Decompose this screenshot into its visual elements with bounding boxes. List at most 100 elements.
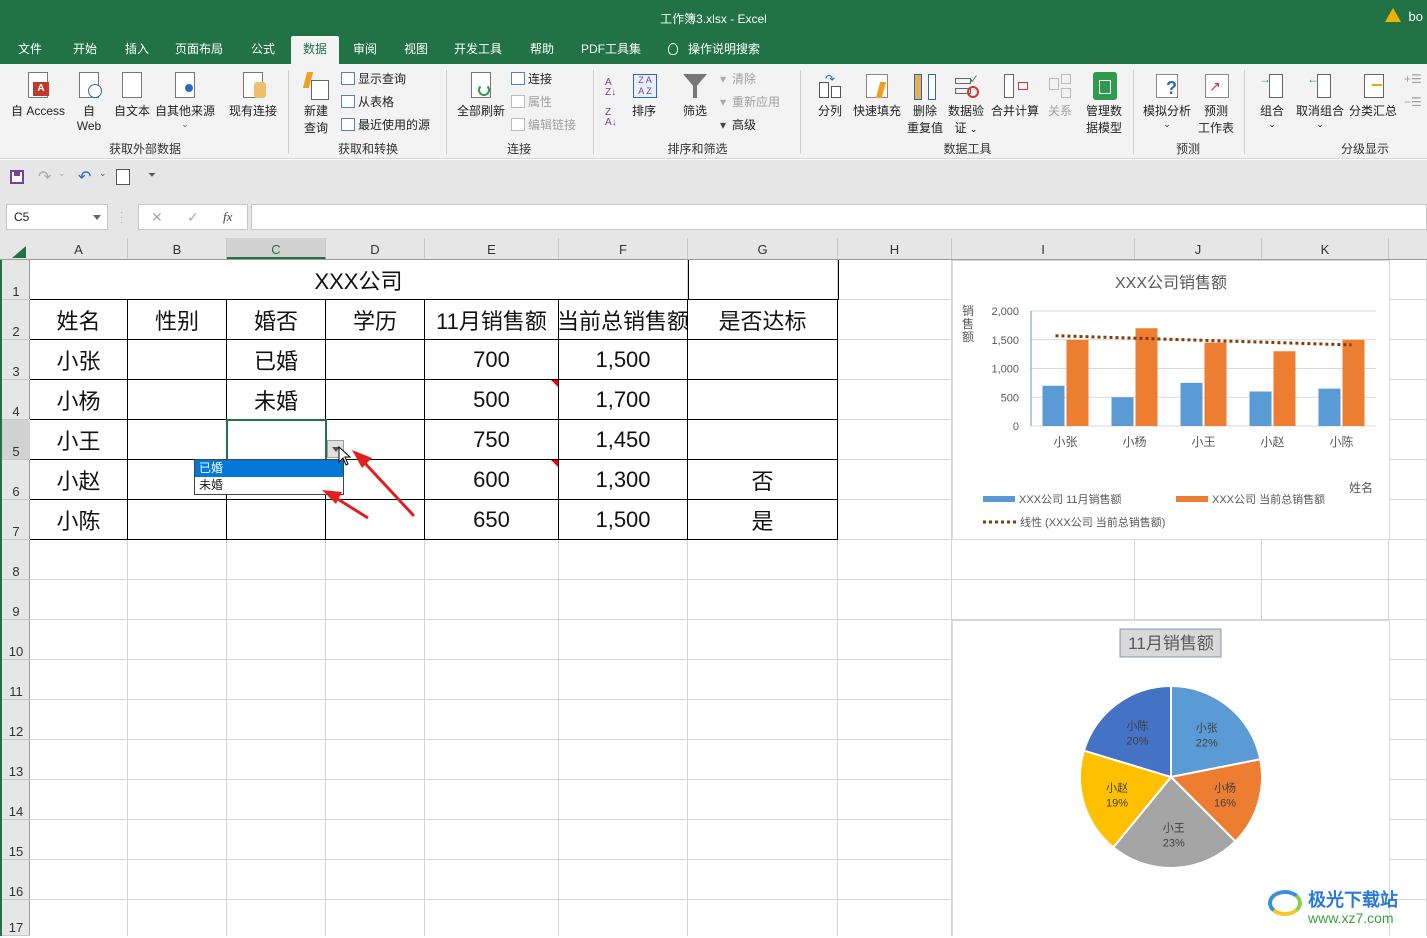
tab-page-layout[interactable]: 页面布局	[171, 36, 227, 64]
header-cell[interactable]: 11月销售额	[425, 300, 558, 339]
from-table-button[interactable]: 从表格	[341, 93, 394, 113]
row-header-5[interactable]: 5	[2, 420, 30, 460]
row-header-10[interactable]: 10	[2, 620, 30, 660]
tab-home[interactable]: 开始	[69, 36, 101, 64]
properties-button[interactable]: 属性	[511, 93, 552, 113]
show-detail-button[interactable]: +☰	[1404, 70, 1427, 90]
row-header-3[interactable]: 3	[2, 340, 30, 380]
enter-icon[interactable]: ✓	[187, 209, 199, 226]
name-box[interactable]: C5	[6, 204, 108, 230]
connections-button[interactable]: 连接	[511, 70, 552, 90]
text-to-columns-button[interactable]: ↷ 分列	[812, 72, 848, 119]
sort-button[interactable]: Z AA Z 排序	[628, 72, 660, 119]
data-cell[interactable]: 1,500	[559, 500, 687, 539]
data-cell[interactable]	[688, 380, 837, 419]
data-cell[interactable]: 是	[688, 500, 837, 539]
tab-review[interactable]: 审阅	[349, 36, 381, 64]
undo-dropdown-icon[interactable]: ⌄	[99, 168, 107, 179]
sort-ascending-button[interactable]: A Z↓	[605, 78, 616, 98]
sort-descending-button[interactable]: Z A↓	[605, 108, 617, 128]
subtotal-button[interactable]: 分类汇总	[1348, 72, 1398, 119]
manage-data-model-button[interactable]: 管理数 据模型	[1082, 72, 1126, 136]
header-cell[interactable]: 是否达标	[688, 300, 837, 339]
row-header-12[interactable]: 12	[2, 700, 30, 740]
row-header-1[interactable]: 1	[2, 260, 30, 300]
chevron-down-icon[interactable]	[93, 215, 101, 220]
forecast-sheet-button[interactable]: ↗ 预测 工作表	[1196, 72, 1236, 136]
redo-icon[interactable]: ↷	[38, 167, 51, 187]
row-header-17[interactable]: 17	[2, 900, 30, 936]
column-header-A[interactable]: A	[30, 238, 128, 259]
data-cell[interactable]	[128, 340, 226, 379]
column-header-B[interactable]: B	[128, 238, 227, 259]
tell-me-search[interactable]: 操作说明搜索	[664, 36, 764, 64]
data-cell[interactable]	[128, 380, 226, 419]
data-cell[interactable]: 1,700	[559, 380, 687, 419]
data-cell[interactable]: 700	[425, 340, 558, 379]
group-button[interactable]: → 组合 ⌄	[1254, 72, 1290, 130]
data-cell[interactable]: 未婚	[227, 380, 325, 419]
column-header-F[interactable]: F	[559, 238, 688, 259]
header-cell[interactable]: 婚否	[227, 300, 325, 339]
tab-developer[interactable]: 开发工具	[450, 36, 506, 64]
user-name[interactable]: bo	[1409, 9, 1423, 24]
column-header-H[interactable]: H	[838, 238, 952, 259]
remove-duplicates-button[interactable]: 删除 重复值	[905, 72, 945, 136]
column-header-I[interactable]: I	[952, 238, 1135, 259]
clear-filter-button[interactable]: ▾ 清除	[720, 70, 756, 90]
refresh-all-button[interactable]: 全部刷新	[454, 72, 508, 119]
data-cell[interactable]: 否	[688, 460, 837, 499]
row-header-16[interactable]: 16	[2, 860, 30, 900]
formula-bar-grip[interactable]: · · ·	[120, 208, 123, 228]
row-header-9[interactable]: 9	[2, 580, 30, 620]
ungroup-button[interactable]: ← 取消组合 ⌄	[1294, 72, 1346, 130]
from-access-button[interactable]: A 自 Access	[8, 72, 68, 119]
data-cell[interactable]	[326, 380, 424, 419]
data-validation-button[interactable]: ✓ 数据验 证 ⌄	[947, 72, 985, 136]
data-cell[interactable]: 500	[425, 380, 558, 419]
comment-indicator[interactable]	[551, 380, 558, 387]
header-cell[interactable]: 学历	[326, 300, 424, 339]
edit-links-button[interactable]: 编辑链接	[511, 116, 576, 136]
row-header-14[interactable]: 14	[2, 780, 30, 820]
data-cell[interactable]: 小陈	[30, 500, 127, 539]
undo-icon[interactable]: ↶	[78, 167, 91, 187]
row-header-2[interactable]: 2	[2, 300, 30, 340]
column-header-K[interactable]: K	[1262, 238, 1389, 259]
hide-detail-button[interactable]: −☰	[1404, 93, 1427, 113]
data-cell[interactable]: 小王	[30, 420, 127, 459]
select-all-button[interactable]	[12, 246, 26, 258]
column-header-C[interactable]: C	[227, 238, 326, 259]
data-cell[interactable]: 1,300	[559, 460, 687, 499]
data-cell[interactable]: 1,450	[559, 420, 687, 459]
tab-file[interactable]: 文件	[14, 36, 46, 64]
header-cell[interactable]: 当前总销售额	[559, 300, 687, 339]
data-cell[interactable]: 已婚	[227, 340, 325, 379]
from-text-button[interactable]: 自文本	[112, 72, 152, 119]
header-cell[interactable]: 性别	[128, 300, 226, 339]
comment-indicator[interactable]	[551, 460, 558, 467]
what-if-analysis-button[interactable]: ? 模拟分析 ⌄	[1140, 72, 1194, 130]
from-other-sources-button[interactable]: 自其他来源 ⌄	[153, 72, 217, 130]
advanced-filter-button[interactable]: ▾ 高级	[720, 116, 756, 136]
column-header-J[interactable]: J	[1135, 238, 1262, 259]
data-cell[interactable]: 小赵	[30, 460, 127, 499]
recent-sources-button[interactable]: 最近使用的源	[341, 116, 430, 136]
row-header-6[interactable]: 6	[2, 460, 30, 500]
row-header-8[interactable]: 8	[2, 540, 30, 580]
tab-data[interactable]: 数据	[291, 36, 339, 64]
tab-formulas[interactable]: 公式	[247, 36, 279, 64]
formula-input[interactable]	[251, 204, 1427, 230]
bar-chart[interactable]: XXX公司销售额销售额 0 500 1,000 1,500 2,000 小张 小杨 小王 小赵 小陈…	[952, 260, 1390, 540]
reapply-button[interactable]: ▾ 重新应用	[720, 93, 780, 113]
existing-connections-button[interactable]: 现有连接	[226, 72, 280, 119]
insert-function-icon[interactable]: fx	[223, 209, 232, 225]
data-cell[interactable]: 650	[425, 500, 558, 539]
data-cell[interactable]	[128, 420, 226, 459]
print-preview-icon[interactable]	[116, 169, 130, 185]
row-header-11[interactable]: 11	[2, 660, 30, 700]
tab-view[interactable]: 视图	[400, 36, 432, 64]
header-cell[interactable]: 姓名	[30, 300, 127, 339]
column-header-E[interactable]: E	[425, 238, 559, 259]
customize-qat-icon[interactable]: ⏷	[148, 170, 156, 181]
